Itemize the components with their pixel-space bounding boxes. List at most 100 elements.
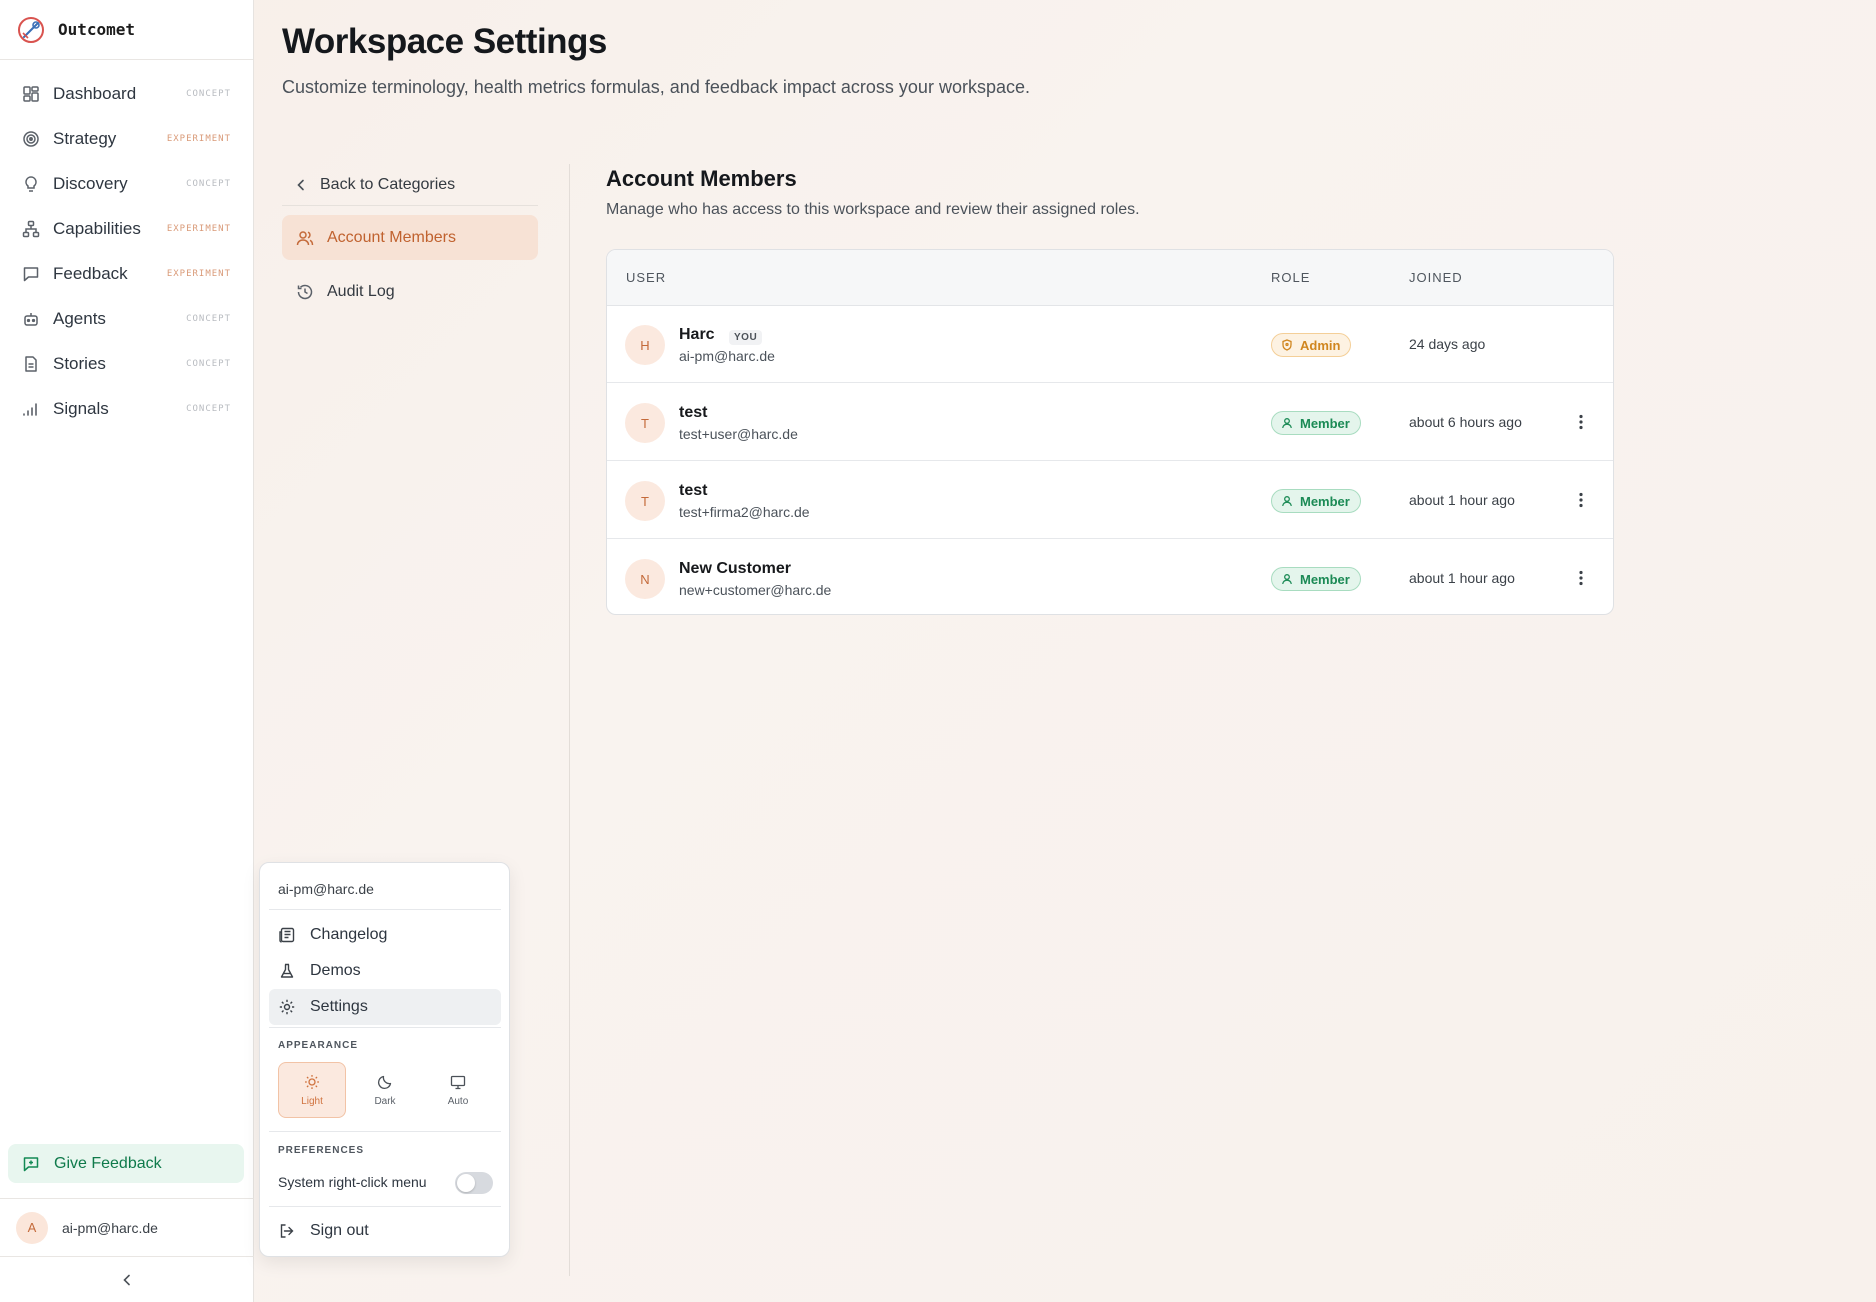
column-header-joined: JOINED xyxy=(1409,270,1463,285)
nav-item-agents[interactable]: Agents CONCEPT xyxy=(0,296,253,341)
lightbulb-icon xyxy=(22,175,40,193)
user-icon xyxy=(1281,495,1293,507)
row-actions-button[interactable] xyxy=(1571,568,1591,588)
nav-item-signals[interactable]: Signals CONCEPT xyxy=(0,386,253,431)
nav-label: Signals xyxy=(53,398,109,418)
settings-nav: Back to Categories Account Members Audit… xyxy=(282,164,538,314)
section-title: Account Members xyxy=(606,166,797,191)
menu-item-label: Changelog xyxy=(310,926,388,943)
avatar: T xyxy=(625,481,665,521)
sidebar: Outcomet Dashboard CONCEPT Strategy EXPE… xyxy=(0,0,254,1302)
menu-item-settings[interactable]: Settings xyxy=(269,989,501,1025)
nav-tag: CONCEPT xyxy=(186,358,231,369)
appearance-heading: APPEARANCE xyxy=(278,1040,359,1051)
role-label: Admin xyxy=(1300,337,1341,353)
role-label: Member xyxy=(1300,571,1350,587)
avatar: T xyxy=(625,403,665,443)
user-email: ai-pm@harc.de xyxy=(62,1219,158,1236)
nav-item-stories[interactable]: Stories CONCEPT xyxy=(0,341,253,386)
table-row: T test test+user@harc.de Member about 6 … xyxy=(607,384,1613,461)
member-email: test+firma2@harc.de xyxy=(679,504,810,520)
members-table: USER ROLE JOINED H Harc YOU ai-pm@harc.d… xyxy=(606,249,1614,615)
menu-item-label: Demos xyxy=(310,962,361,979)
nav-tag: CONCEPT xyxy=(186,88,231,99)
role-label: Member xyxy=(1300,493,1350,509)
divider xyxy=(269,1206,501,1207)
row-actions-button[interactable] xyxy=(1571,490,1591,510)
sign-out-label: Sign out xyxy=(310,1222,369,1239)
right-click-menu-toggle[interactable] xyxy=(455,1172,493,1194)
collapse-sidebar-button[interactable] xyxy=(0,1256,254,1302)
history-icon xyxy=(296,283,314,301)
nav-item-strategy[interactable]: Strategy EXPERIMENT xyxy=(0,116,253,161)
gear-icon xyxy=(278,998,296,1016)
theme-auto-button[interactable]: Auto xyxy=(424,1062,492,1118)
user-menu-trigger[interactable]: A ai-pm@harc.de xyxy=(0,1198,254,1256)
user-icon xyxy=(1281,573,1293,585)
theme-label: Auto xyxy=(447,1095,469,1107)
joined-date: about 1 hour ago xyxy=(1409,570,1515,586)
role-badge-member: Member xyxy=(1271,411,1361,435)
nav-label: Agents xyxy=(53,308,106,328)
settings-nav-account-members[interactable]: Account Members xyxy=(282,215,538,260)
nav-label: Dashboard xyxy=(53,83,137,103)
avatar: H xyxy=(625,325,665,365)
message-icon xyxy=(22,265,40,283)
nav-tag: CONCEPT xyxy=(186,178,231,189)
column-header-user: USER xyxy=(626,270,667,285)
chevron-left-icon xyxy=(294,178,308,192)
you-badge: YOU xyxy=(729,330,763,345)
table-header: USER ROLE JOINED xyxy=(607,250,1613,306)
message-plus-icon xyxy=(22,1155,40,1173)
settings-nav-label: Account Members xyxy=(327,228,456,246)
avatar: N xyxy=(625,559,665,599)
row-actions-button[interactable] xyxy=(1571,412,1591,432)
theme-label: Light xyxy=(301,1095,323,1107)
sign-out-button[interactable]: Sign out xyxy=(269,1213,501,1249)
member-name: test xyxy=(679,404,708,421)
role-badge-member: Member xyxy=(1271,489,1361,513)
divider xyxy=(269,909,501,910)
give-feedback-button[interactable]: Give Feedback xyxy=(8,1144,244,1183)
nav-item-feedback[interactable]: Feedback EXPERIMENT xyxy=(0,251,253,296)
nav-label: Strategy xyxy=(53,128,117,148)
member-email: new+customer@harc.de xyxy=(679,582,832,598)
theme-light-button[interactable]: Light xyxy=(278,1062,346,1118)
user-icon xyxy=(1281,417,1293,429)
document-icon xyxy=(22,355,40,373)
newspaper-icon xyxy=(278,926,296,944)
nav-item-capabilities[interactable]: Capabilities EXPERIMENT xyxy=(0,206,253,251)
member-name: Harc xyxy=(679,326,715,343)
dashboard-icon xyxy=(22,85,40,103)
member-email: test+user@harc.de xyxy=(679,426,798,442)
theme-dark-button[interactable]: Dark xyxy=(351,1062,419,1118)
divider xyxy=(269,1027,501,1028)
theme-label: Dark xyxy=(374,1095,396,1107)
nav-label: Capabilities xyxy=(53,218,141,238)
back-to-categories-link[interactable]: Back to Categories xyxy=(282,164,538,206)
joined-date: 24 days ago xyxy=(1409,336,1486,352)
role-label: Member xyxy=(1300,415,1350,431)
role-badge-member: Member xyxy=(1271,567,1361,591)
nav-label: Stories xyxy=(53,353,106,373)
menu-item-demos[interactable]: Demos xyxy=(269,953,501,989)
page-title: Workspace Settings xyxy=(282,22,607,61)
column-header-role: ROLE xyxy=(1271,270,1311,285)
target-icon xyxy=(22,130,40,148)
table-row: H Harc YOU ai-pm@harc.de Admin 24 days a… xyxy=(607,306,1613,383)
nav-tag: CONCEPT xyxy=(186,313,231,324)
menu-item-changelog[interactable]: Changelog xyxy=(269,917,501,953)
back-label: Back to Categories xyxy=(320,175,456,193)
nav-tag: CONCEPT xyxy=(186,403,231,414)
brand[interactable]: Outcomet xyxy=(0,0,253,60)
monitor-icon xyxy=(450,1074,466,1090)
main-nav: Dashboard CONCEPT Strategy EXPERIMENT Di… xyxy=(0,60,253,431)
nav-tag: EXPERIMENT xyxy=(166,133,231,144)
page-subtitle: Customize terminology, health metrics fo… xyxy=(282,77,1030,97)
menu-item-label: Settings xyxy=(310,998,368,1015)
nav-label: Discovery xyxy=(53,173,128,193)
avatar: A xyxy=(16,1211,48,1244)
settings-nav-audit-log[interactable]: Audit Log xyxy=(282,269,538,314)
nav-item-dashboard[interactable]: Dashboard CONCEPT xyxy=(0,71,253,116)
nav-item-discovery[interactable]: Discovery CONCEPT xyxy=(0,161,253,206)
